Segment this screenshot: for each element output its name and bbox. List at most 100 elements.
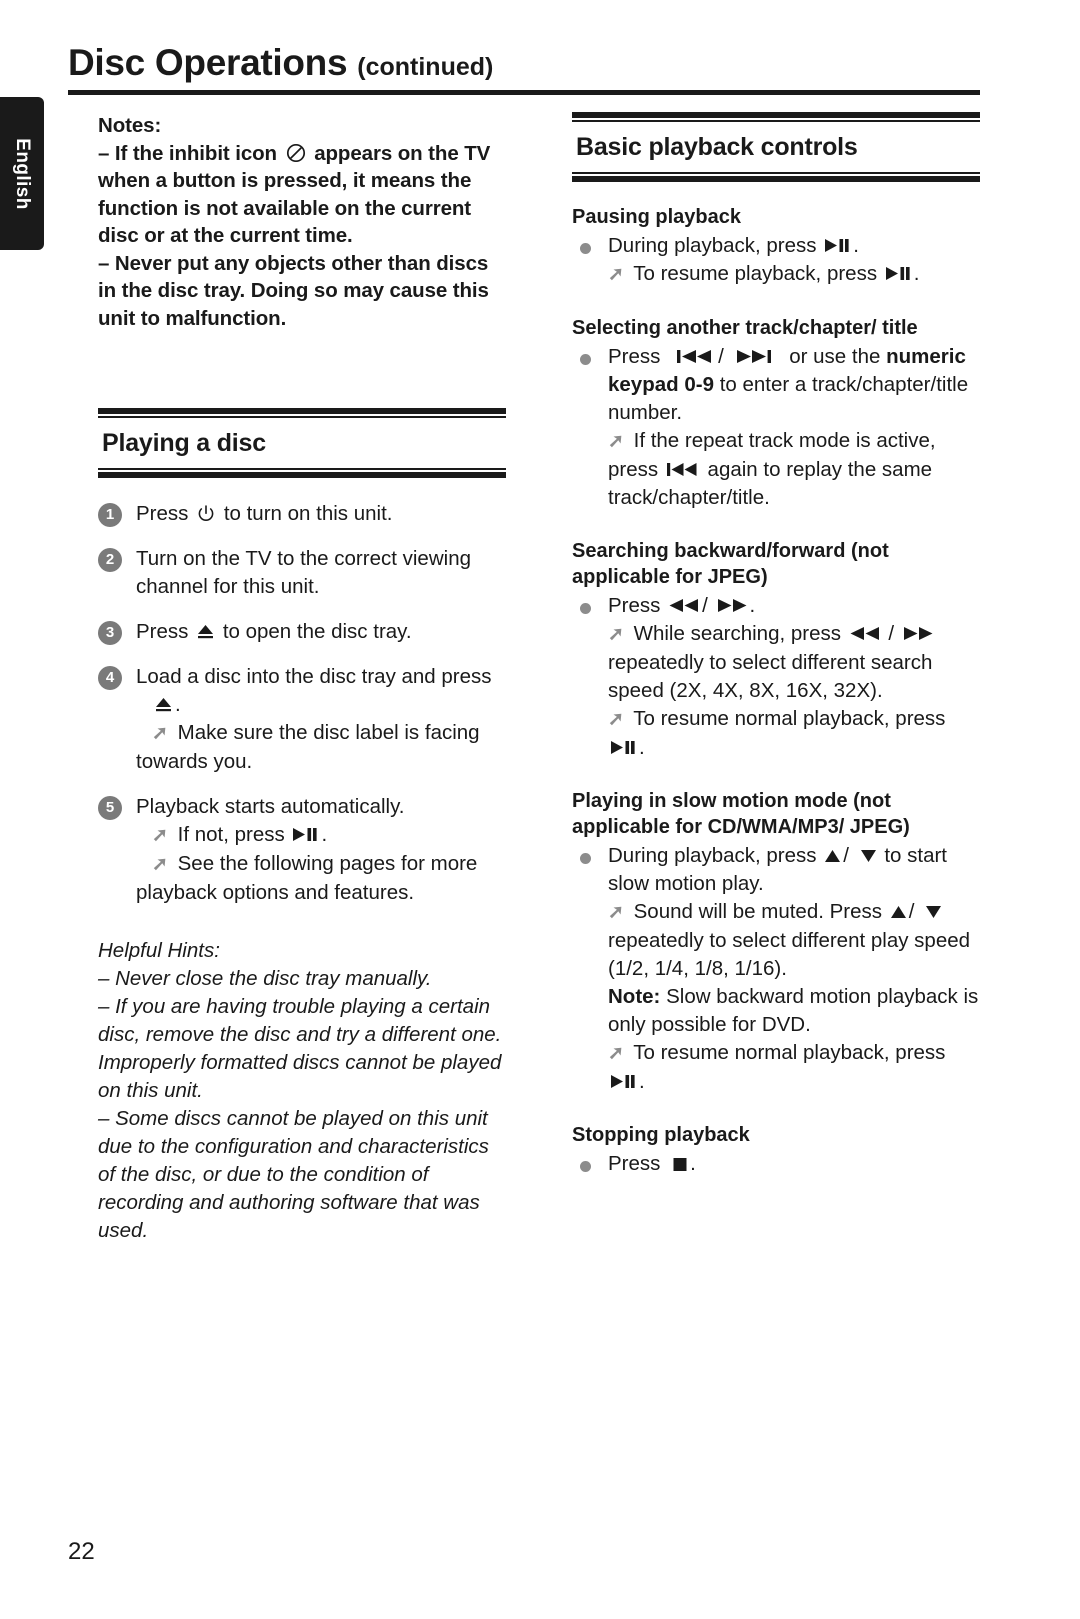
step-number: 2 — [98, 548, 122, 572]
section-rule-top — [98, 408, 506, 418]
arrow-text-after: . — [639, 736, 645, 759]
section-rule-top — [572, 112, 980, 122]
subsection-heading-pausing-playback: Pausing playback — [572, 206, 741, 228]
subsection-heading-stopping-playback: Stopping playback — [572, 1124, 750, 1146]
step-number: 5 — [98, 796, 122, 820]
step-text-before: Turn on the TV to the correct viewing ch… — [136, 547, 471, 598]
bullet-text: During playback, press — [608, 844, 817, 867]
arrow-text: To resume normal playback, press — [633, 707, 946, 730]
arrow-icon: ➚ — [608, 264, 624, 285]
play-pause-icon — [292, 826, 319, 843]
fast-forward-icon — [902, 625, 934, 642]
play-pause-icon — [824, 237, 851, 254]
bullet-dot-icon — [580, 354, 591, 365]
subsection-heading-slow-motion: Playing in slow motion mode (not applica… — [572, 790, 910, 838]
arrow-icon: ➚ — [152, 825, 168, 846]
eject-icon — [154, 696, 173, 713]
arrow-text: To resume playback, press — [633, 262, 878, 285]
bullet-item: During playback, press / to start slow m… — [572, 842, 980, 1096]
playing-a-disc-steps: 1 Press to turn on this unit. 2 Turn on … — [98, 500, 506, 907]
slow-motion-note: Note: Slow backward motion playback is o… — [608, 983, 980, 1039]
arrow-note: ➚ Sound will be muted. Press / repeatedl… — [608, 898, 980, 983]
bullet-text-after: . — [853, 234, 859, 257]
up-arrow-icon — [890, 904, 907, 920]
step-text-before: Press — [136, 620, 189, 643]
arrow-icon: ➚ — [608, 624, 624, 645]
bullet-text-after: . — [749, 594, 756, 617]
prev-track-icon — [676, 348, 716, 365]
helpful-hints-block: Helpful Hints: – Never close the disc tr… — [98, 937, 506, 1245]
bullet-separator: / — [843, 844, 849, 867]
notes-item-2: – Never put any objects other than discs… — [98, 251, 489, 330]
section-rule-bottom — [572, 172, 980, 182]
arrow-text: While searching, press — [633, 622, 841, 645]
page-title-main: Disc Operations — [68, 42, 348, 83]
step-arrow-text: See the following pages for more playbac… — [136, 852, 478, 904]
document-page: English Disc Operations (continued) Note… — [0, 0, 1080, 1619]
arrow-text-after: repeatedly to select different search sp… — [608, 651, 933, 702]
title-divider — [68, 90, 980, 95]
arrow-icon: ➚ — [608, 902, 624, 923]
section-playing-a-disc-header: Playing a disc — [98, 408, 506, 478]
step-item: 2 Turn on the TV to the correct viewing … — [98, 545, 506, 601]
bullet-dot-icon — [580, 603, 591, 614]
hint-item: – If you are having trouble playing a ce… — [98, 995, 502, 1102]
bullet-text-after: or use the — [789, 345, 881, 368]
left-column: Notes: – If the inhibit icon appears on … — [98, 112, 506, 1245]
subsection-heading-selecting-track: Selecting another track/chapter/ title — [572, 317, 918, 339]
bullet-text: During playback, press — [608, 234, 817, 257]
bullet-item: During playback, press . ➚ To resume pla… — [572, 232, 980, 289]
step-number: 4 — [98, 666, 122, 690]
down-arrow-icon — [925, 904, 942, 920]
stop-icon — [672, 1156, 688, 1172]
bullet-item: Press / or use the numeric keypad 0-9 to… — [572, 343, 980, 512]
arrow-text-after: repeatedly to select different play spee… — [608, 929, 971, 980]
arrow-text: To resume normal playback, press — [633, 1041, 946, 1064]
page-title: Disc Operations (continued) — [68, 42, 493, 84]
step-arrow-note: ➚ Make sure the disc label is facing tow… — [136, 719, 506, 776]
eject-icon — [196, 623, 215, 640]
bullet-item: Press / . ➚ While searching, press / rep… — [572, 592, 980, 762]
arrow-icon: ➚ — [608, 1043, 624, 1064]
bullet-dot-icon — [580, 853, 591, 864]
arrow-note: ➚ To resume normal playback, press . — [608, 1039, 980, 1096]
hint-item: – Some discs cannot be played on this un… — [98, 1107, 489, 1242]
notes-block: Notes: – If the inhibit icon appears on … — [98, 112, 506, 332]
hints-title: Helpful Hints: — [98, 939, 220, 962]
arrow-note: ➚ To resume playback, press . — [608, 260, 980, 289]
section-basic-playback-header: Basic playback controls — [572, 112, 980, 182]
arrow-icon: ➚ — [608, 709, 624, 730]
arrow-text-after: . — [639, 1070, 645, 1093]
note-text: Slow backward motion playback is only po… — [608, 985, 979, 1036]
step-item: 1 Press to turn on this unit. — [98, 500, 506, 528]
bullet-dot-icon — [580, 1161, 591, 1172]
inhibit-icon — [286, 143, 306, 163]
power-icon — [197, 505, 215, 523]
step-item: 5 Playback starts automatically. ➚ If no… — [98, 793, 506, 907]
step-text-before: Load a disc into the disc tray and press — [136, 665, 492, 688]
play-pause-icon — [885, 265, 912, 282]
arrow-note: ➚ While searching, press / repeatedly to… — [608, 620, 980, 705]
down-arrow-icon — [860, 848, 877, 864]
fast-forward-icon — [716, 597, 748, 614]
arrow-icon: ➚ — [152, 723, 168, 744]
next-track-icon — [732, 348, 772, 365]
step-text-after: to turn on this unit. — [223, 502, 393, 525]
arrow-separator: / — [888, 622, 895, 645]
rewind-icon — [668, 597, 700, 614]
language-tab-label: English — [12, 137, 33, 210]
bullet-separator: / — [718, 345, 724, 368]
play-pause-icon — [610, 1073, 637, 1090]
step-number: 3 — [98, 621, 122, 645]
bullet-dot-icon — [580, 243, 591, 254]
step-item: 3 Press to open the disc tray. — [98, 618, 506, 646]
page-title-suffix: (continued) — [357, 53, 494, 81]
bullet-item: Press . — [572, 1150, 980, 1178]
step-arrow-text: Make sure the disc label is facing towar… — [136, 721, 480, 773]
step-text-after: to open the disc tray. — [222, 620, 412, 643]
page-number: 22 — [68, 1538, 95, 1565]
notes-heading: Notes: — [98, 114, 162, 137]
bullet-text: Press — [608, 1152, 661, 1175]
language-tab-english: English — [0, 97, 44, 250]
step-arrow-text: If not, press — [177, 823, 285, 846]
